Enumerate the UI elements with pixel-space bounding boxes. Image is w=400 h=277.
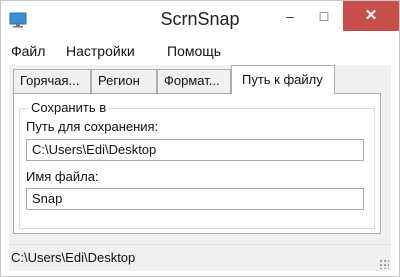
filename-input[interactable]: Snap [26, 188, 364, 210]
tab-hotkeys[interactable]: Горячая... [13, 69, 91, 93]
save-path-label: Путь для сохранения: [26, 119, 159, 134]
resize-grip-icon[interactable] [379, 259, 389, 269]
client-area: Горячая... Регион Формат... Путь к файлу… [9, 65, 391, 271]
group-title: Сохранить в [28, 100, 110, 115]
maximize-button[interactable]: □ [307, 1, 341, 31]
status-path: C:\Users\Edi\Desktop [11, 250, 136, 265]
close-button[interactable]: ✕ [343, 1, 399, 31]
tab-format[interactable]: Формат... [157, 69, 231, 93]
save-path-input[interactable]: C:\Users\Edi\Desktop [26, 139, 364, 161]
title-bar[interactable]: ScrnSnap – □ ✕ [1, 1, 399, 38]
menu-help[interactable]: Помощь [167, 43, 221, 59]
status-bar: C:\Users\Edi\Desktop [9, 244, 391, 271]
menu-file[interactable]: Файл [11, 43, 45, 59]
tab-panel: Сохранить в Путь для сохранения: C:\User… [13, 93, 381, 234]
filename-label: Имя файла: [26, 169, 99, 184]
tab-file-path[interactable]: Путь к файлу [231, 65, 335, 94]
tab-region[interactable]: Регион [91, 69, 157, 93]
menu-bar: Файл Настройки Помощь [9, 39, 391, 65]
menu-settings[interactable]: Настройки [66, 43, 135, 59]
save-to-group: Сохранить в Путь для сохранения: C:\User… [19, 100, 375, 229]
minimize-button[interactable]: – [273, 1, 307, 31]
app-window: ScrnSnap – □ ✕ Файл Настройки Помощь Гор… [0, 0, 400, 277]
